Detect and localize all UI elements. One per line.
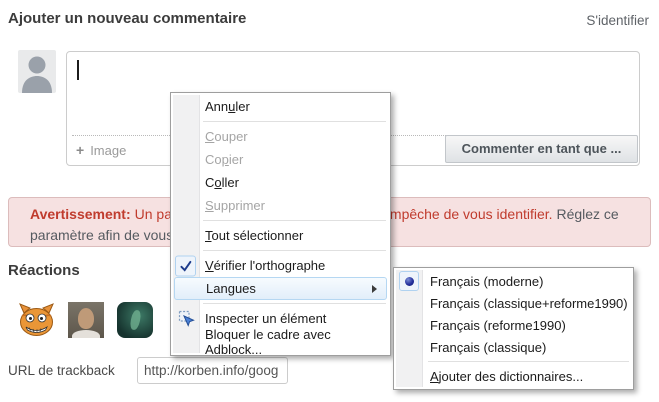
language-submenu-item-label: Ajouter des dictionnaires... xyxy=(430,369,583,384)
portrait-face xyxy=(78,308,94,329)
language-submenu-item-francais-moderne[interactable]: Français (moderne) xyxy=(395,270,632,292)
context-menu-separator xyxy=(203,303,386,304)
user-avatar-placeholder xyxy=(18,50,56,93)
context-menu-item-label: Langues xyxy=(206,281,256,296)
context-menu-item-copier: Copier xyxy=(172,148,389,171)
cat-avatar[interactable] xyxy=(18,303,55,337)
context-menu-item-label: Supprimer xyxy=(205,198,265,213)
language-submenu: Français (moderne) Français (classique+re… xyxy=(393,267,634,390)
context-menu-item-langues[interactable]: Langues xyxy=(174,277,387,300)
signin-link[interactable]: S'identifier xyxy=(586,13,649,28)
portrait-avatar[interactable] xyxy=(68,302,104,338)
context-menu-separator xyxy=(203,121,386,122)
context-menu-item-coller[interactable]: Coller xyxy=(172,171,389,194)
context-menu-list: Annuler Couper Copier Coller Supprimer Tout s… xyxy=(172,95,389,353)
radio-selected-icon xyxy=(399,271,419,291)
artwork-figure xyxy=(129,309,142,330)
add-image-button[interactable]: + Image xyxy=(76,142,126,158)
language-submenu-separator xyxy=(428,361,629,362)
language-submenu-item-ajouter-des-dictionnaires[interactable]: Ajouter des dictionnaires... xyxy=(395,365,632,387)
context-menu-separator xyxy=(203,220,386,221)
comment-as-button[interactable]: Commenter en tant que ... xyxy=(445,135,638,163)
context-menu-item-label: Bloquer le cadre avec Adblock... xyxy=(205,327,389,357)
inspect-element-icon xyxy=(177,310,195,328)
context-menu-item-supprimer: Supprimer xyxy=(172,194,389,217)
checkmark-icon xyxy=(175,255,196,276)
reactions-title: Réactions xyxy=(8,262,80,279)
language-submenu-item-label: Français (reforme1990) xyxy=(430,318,566,333)
context-menu-item-label: Inspecter un élément xyxy=(205,311,326,326)
trackback-label: URL de trackback xyxy=(8,363,115,378)
plus-icon: + xyxy=(76,142,84,158)
context-menu-item-label: Couper xyxy=(205,129,248,144)
text-caret xyxy=(77,60,79,80)
context-menu-item-couper: Couper xyxy=(172,125,389,148)
person-icon xyxy=(18,50,56,93)
context-menu-item-annuler[interactable]: Annuler xyxy=(172,95,389,118)
context-menu-item-bloquer-le-cadre-avec-adblock[interactable]: Bloquer le cadre avec Adblock... xyxy=(172,330,389,353)
context-menu-separator xyxy=(203,250,386,251)
context-menu-item-label: Copier xyxy=(205,152,243,167)
radio-dot xyxy=(405,277,414,286)
add-image-label: Image xyxy=(90,143,126,158)
language-submenu-item-label: Français (classique) xyxy=(430,340,546,355)
warning-prefix: Avertissement: xyxy=(30,206,131,222)
portrait-shirt xyxy=(72,330,100,338)
trackback-url-input[interactable] xyxy=(137,357,288,384)
context-menu-item-label: Vérifier l'orthographe xyxy=(205,258,325,273)
context-menu: Annuler Couper Copier Coller Supprimer Tout s… xyxy=(170,92,391,356)
artwork-avatar[interactable] xyxy=(117,302,153,338)
context-menu-item-verifier-l-orthographe[interactable]: Vérifier l'orthographe xyxy=(172,254,389,277)
context-menu-item-label: Tout sélectionner xyxy=(205,228,303,243)
context-menu-item-label: Annuler xyxy=(205,99,250,114)
language-submenu-item-francais-reforme1990[interactable]: Français (reforme1990) xyxy=(395,314,632,336)
page-title: Ajouter un nouveau commentaire xyxy=(8,10,246,27)
language-submenu-list: Français (moderne) Français (classique+re… xyxy=(395,270,632,387)
context-menu-item-label: Coller xyxy=(205,175,239,190)
submenu-arrow-icon xyxy=(372,285,377,293)
language-submenu-item-label: Français (classique+reforme1990) xyxy=(430,296,628,311)
language-submenu-item-label: Français (moderne) xyxy=(430,274,543,289)
language-submenu-item-francais-classique[interactable]: Français (classique) xyxy=(395,336,632,358)
language-submenu-item-francais-classique-reforme1990[interactable]: Français (classique+reforme1990) xyxy=(395,292,632,314)
cat-illustration xyxy=(18,303,55,337)
context-menu-item-tout-selectionner[interactable]: Tout sélectionner xyxy=(172,224,389,247)
